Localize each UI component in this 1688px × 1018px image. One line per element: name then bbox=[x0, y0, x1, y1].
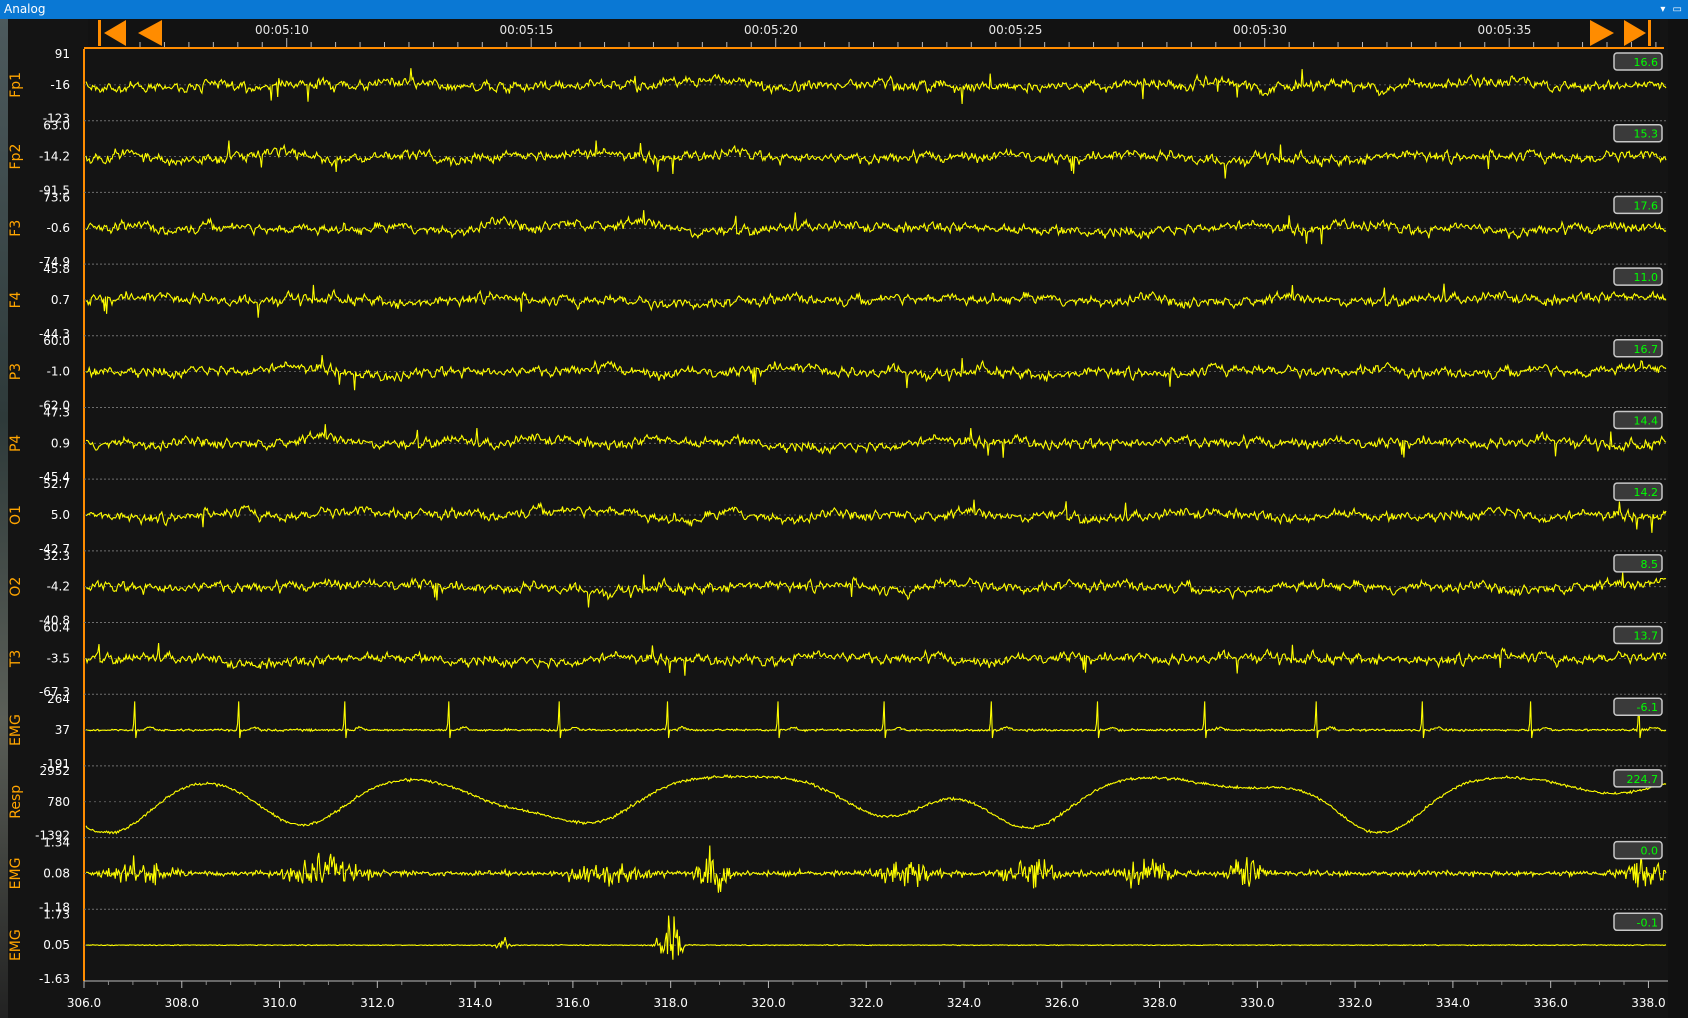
x-tick-label: 328.0 bbox=[1142, 996, 1176, 1010]
channel-value-badge: -6.1 bbox=[1613, 697, 1663, 716]
channel-name-label: EMG bbox=[8, 858, 24, 890]
scale-mid-label: 0.05 bbox=[43, 938, 70, 952]
channel-name-label: Fp2 bbox=[8, 144, 24, 170]
channel-name-label: Fp1 bbox=[8, 72, 24, 98]
timeline-label: 00:05:15 bbox=[500, 23, 554, 37]
scale-top-label: 45.8 bbox=[43, 262, 70, 276]
channel-value-badge: 13.7 bbox=[1613, 625, 1663, 645]
x-tick-label: 320.0 bbox=[751, 996, 785, 1010]
channel-value-badge: 0.0 bbox=[1613, 840, 1663, 860]
channel-value: 16.6 bbox=[1634, 56, 1659, 69]
channel-name-label: EMG bbox=[8, 714, 24, 746]
scale-top-label: 264 bbox=[47, 692, 70, 706]
channel-value: -6.1 bbox=[1637, 701, 1658, 714]
scale-mid-label: 0.9 bbox=[51, 436, 70, 450]
scale-top-label: 60.0 bbox=[43, 334, 70, 348]
channel-value: 14.2 bbox=[1634, 486, 1659, 499]
x-tick-label: 336.0 bbox=[1533, 996, 1567, 1010]
channel-value-badge: 14.2 bbox=[1613, 482, 1663, 501]
channel-name-label: O1 bbox=[8, 505, 24, 525]
channel-name-label: P4 bbox=[8, 435, 24, 452]
x-tick-label: 318.0 bbox=[653, 996, 687, 1010]
x-tick-label: 310.0 bbox=[262, 996, 296, 1010]
timeline-label: 00:05:20 bbox=[744, 23, 798, 37]
timeline-label: 00:05:30 bbox=[1233, 23, 1287, 37]
scale-mid-label: 0.08 bbox=[43, 866, 70, 880]
channel-value: 15.3 bbox=[1634, 128, 1659, 141]
scale-top-label: 47.3 bbox=[43, 405, 70, 419]
channel-value: 13.7 bbox=[1634, 630, 1659, 643]
scale-top-label: 1.34 bbox=[43, 836, 70, 850]
timeline-label: 00:05:10 bbox=[255, 23, 309, 37]
scale-top-label: 73.6 bbox=[43, 190, 70, 204]
channel-value: 17.6 bbox=[1634, 199, 1659, 212]
x-tick-label: 306.0 bbox=[67, 996, 101, 1010]
channel-name-label: O2 bbox=[8, 577, 24, 597]
x-tick-label: 312.0 bbox=[360, 996, 394, 1010]
x-tick-label: 332.0 bbox=[1338, 996, 1372, 1010]
scale-mid-label: -14.2 bbox=[39, 150, 70, 164]
channel-value-badge: 11.0 bbox=[1613, 267, 1663, 286]
channel-value: 224.7 bbox=[1627, 773, 1659, 786]
channel-value-badge: 14.4 bbox=[1613, 410, 1663, 430]
x-tick-label: 334.0 bbox=[1436, 996, 1470, 1010]
x-tick-label: 330.0 bbox=[1240, 996, 1274, 1010]
channel-value: 11.0 bbox=[1634, 271, 1659, 284]
channel-value-badge: 17.6 bbox=[1613, 195, 1663, 215]
channel-value: 14.4 bbox=[1634, 414, 1659, 427]
channel-name-label: F3 bbox=[8, 220, 24, 237]
x-tick-label: 326.0 bbox=[1045, 996, 1079, 1010]
x-tick-label: 324.0 bbox=[947, 996, 981, 1010]
x-tick-label: 316.0 bbox=[556, 996, 590, 1010]
channel-value-badge: 15.3 bbox=[1613, 123, 1663, 143]
x-tick-label: 322.0 bbox=[849, 996, 883, 1010]
channel-value: 8.5 bbox=[1641, 558, 1659, 571]
scale-mid-label: -16 bbox=[50, 78, 70, 92]
channel-name-label: EMG bbox=[8, 929, 24, 961]
channel-value-badge: 8.5 bbox=[1613, 554, 1663, 573]
channel-name-label: F4 bbox=[8, 291, 24, 308]
timeline-label: 00:05:25 bbox=[989, 23, 1043, 37]
scale-mid-label: 780 bbox=[47, 795, 70, 809]
scale-top-label: 63.0 bbox=[43, 119, 70, 133]
scale-bottom-label: -1.63 bbox=[39, 972, 70, 986]
x-tick-label: 314.0 bbox=[458, 996, 492, 1010]
channel-name-label: T3 bbox=[8, 650, 24, 668]
channel-value: -0.1 bbox=[1637, 916, 1658, 929]
scale-mid-label: -0.6 bbox=[47, 221, 70, 235]
scale-top-label: 1.73 bbox=[43, 907, 70, 921]
scale-top-label: 2952 bbox=[39, 764, 70, 778]
channel-name-label: Resp bbox=[8, 785, 24, 819]
scale-mid-label: 5.0 bbox=[51, 508, 70, 522]
scale-mid-label: -4.2 bbox=[47, 580, 70, 594]
channel-value: 0.0 bbox=[1641, 845, 1659, 858]
scale-mid-label: -3.5 bbox=[47, 651, 70, 665]
scale-top-label: 32.3 bbox=[43, 549, 70, 563]
channel-value: 16.7 bbox=[1634, 343, 1659, 356]
scale-top-label: 52.7 bbox=[43, 477, 70, 491]
scale-top-label: 91 bbox=[55, 47, 70, 61]
channel-value-badge: 224.7 bbox=[1613, 769, 1663, 788]
analog-chart[interactable]: 00:05:10 00:05:15 00:05:20 00:05:25 00:05:30… bbox=[0, 0, 1688, 1018]
scale-top-label: 60.4 bbox=[43, 621, 70, 635]
scale-mid-label: 0.7 bbox=[51, 293, 70, 307]
channel-value-badge: 16.6 bbox=[1613, 52, 1663, 71]
x-tick-label: 308.0 bbox=[165, 996, 199, 1010]
channel-value-badge: 16.7 bbox=[1613, 339, 1663, 358]
timeline-label: 00:05:35 bbox=[1478, 23, 1532, 37]
channel-name-label: P3 bbox=[8, 363, 24, 380]
channel-value-badge: -0.1 bbox=[1613, 912, 1663, 932]
x-tick-label: 338.0 bbox=[1631, 996, 1665, 1010]
scale-mid-label: -1.0 bbox=[47, 365, 70, 379]
scale-mid-label: 37 bbox=[55, 723, 70, 737]
timeline-bar[interactable]: 00:05:10 00:05:15 00:05:20 00:05:25 00:05:30… bbox=[84, 19, 1664, 49]
